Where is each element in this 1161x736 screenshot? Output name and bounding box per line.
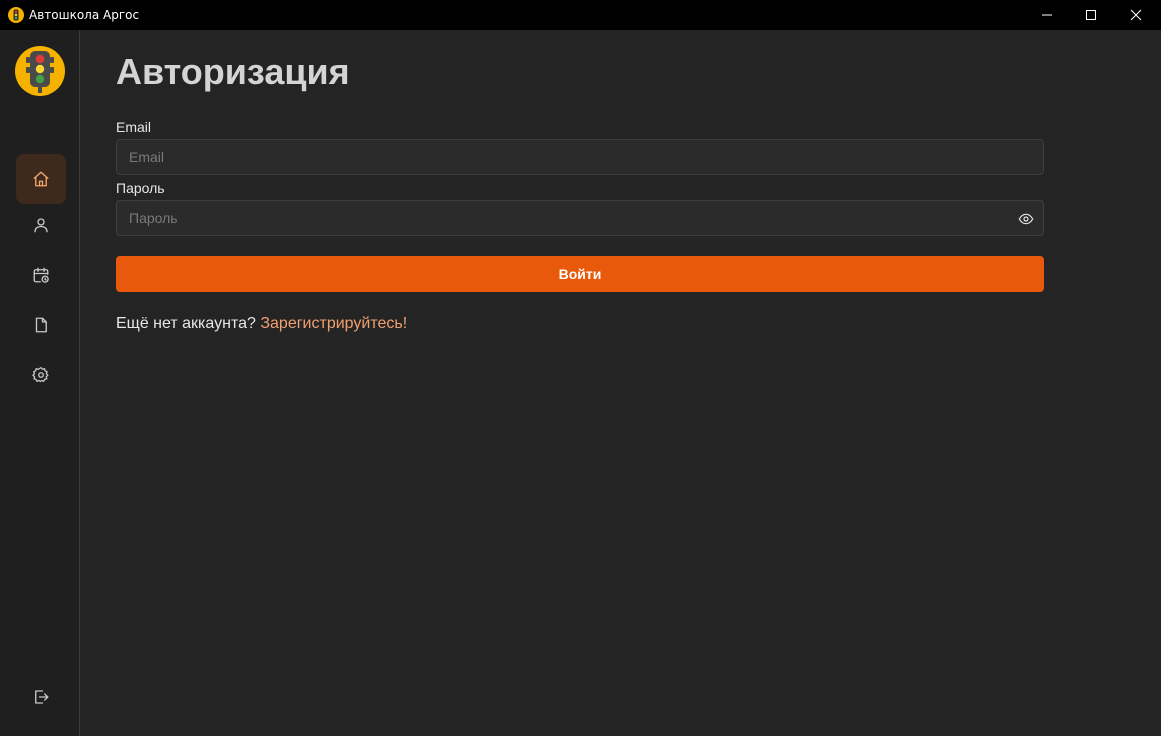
register-prompt: Ещё нет аккаунта? — [116, 315, 256, 332]
close-window-button[interactable] — [1113, 0, 1159, 30]
document-icon — [35, 317, 47, 333]
sidebar-item-documents[interactable] — [16, 300, 66, 350]
minimize-icon — [1042, 14, 1052, 16]
calendar-clock-icon — [33, 267, 49, 283]
password-input[interactable] — [117, 201, 1043, 235]
app-logo-icon — [8, 7, 24, 23]
password-field[interactable] — [116, 200, 1044, 236]
login-button[interactable]: Войти — [116, 256, 1044, 292]
gear-icon — [32, 366, 49, 383]
sidebar-item-schedule[interactable] — [16, 250, 66, 300]
logout-icon — [35, 690, 49, 704]
show-password-button[interactable] — [1017, 210, 1035, 228]
page-title: Авторизация — [116, 51, 350, 92]
maximize-button[interactable] — [1068, 0, 1114, 30]
eye-icon — [1018, 213, 1034, 225]
register-prompt-line: Ещё нет аккаунта? Зарегистрируйтесь! — [116, 314, 407, 334]
sidebar — [0, 30, 80, 736]
email-field[interactable] — [116, 139, 1044, 175]
maximize-icon — [1086, 10, 1096, 20]
title-bar[interactable]: Автошкола Аргос — [0, 0, 1161, 30]
sidebar-item-settings[interactable] — [16, 350, 66, 400]
traffic-light-logo-icon — [15, 46, 65, 96]
password-label: Пароль — [116, 180, 165, 196]
user-icon — [34, 218, 48, 233]
close-icon — [1130, 9, 1142, 21]
minimize-button[interactable] — [1024, 0, 1070, 30]
email-input[interactable] — [117, 140, 1043, 174]
home-icon — [33, 171, 49, 187]
email-label: Email — [116, 119, 152, 135]
sidebar-item-profile[interactable] — [16, 200, 66, 250]
window-title: Автошкола Аргос — [29, 8, 140, 22]
logout-button[interactable] — [16, 672, 66, 722]
sidebar-item-home[interactable] — [16, 154, 66, 204]
register-link[interactable]: Зарегистрируйтесь! — [260, 315, 407, 332]
